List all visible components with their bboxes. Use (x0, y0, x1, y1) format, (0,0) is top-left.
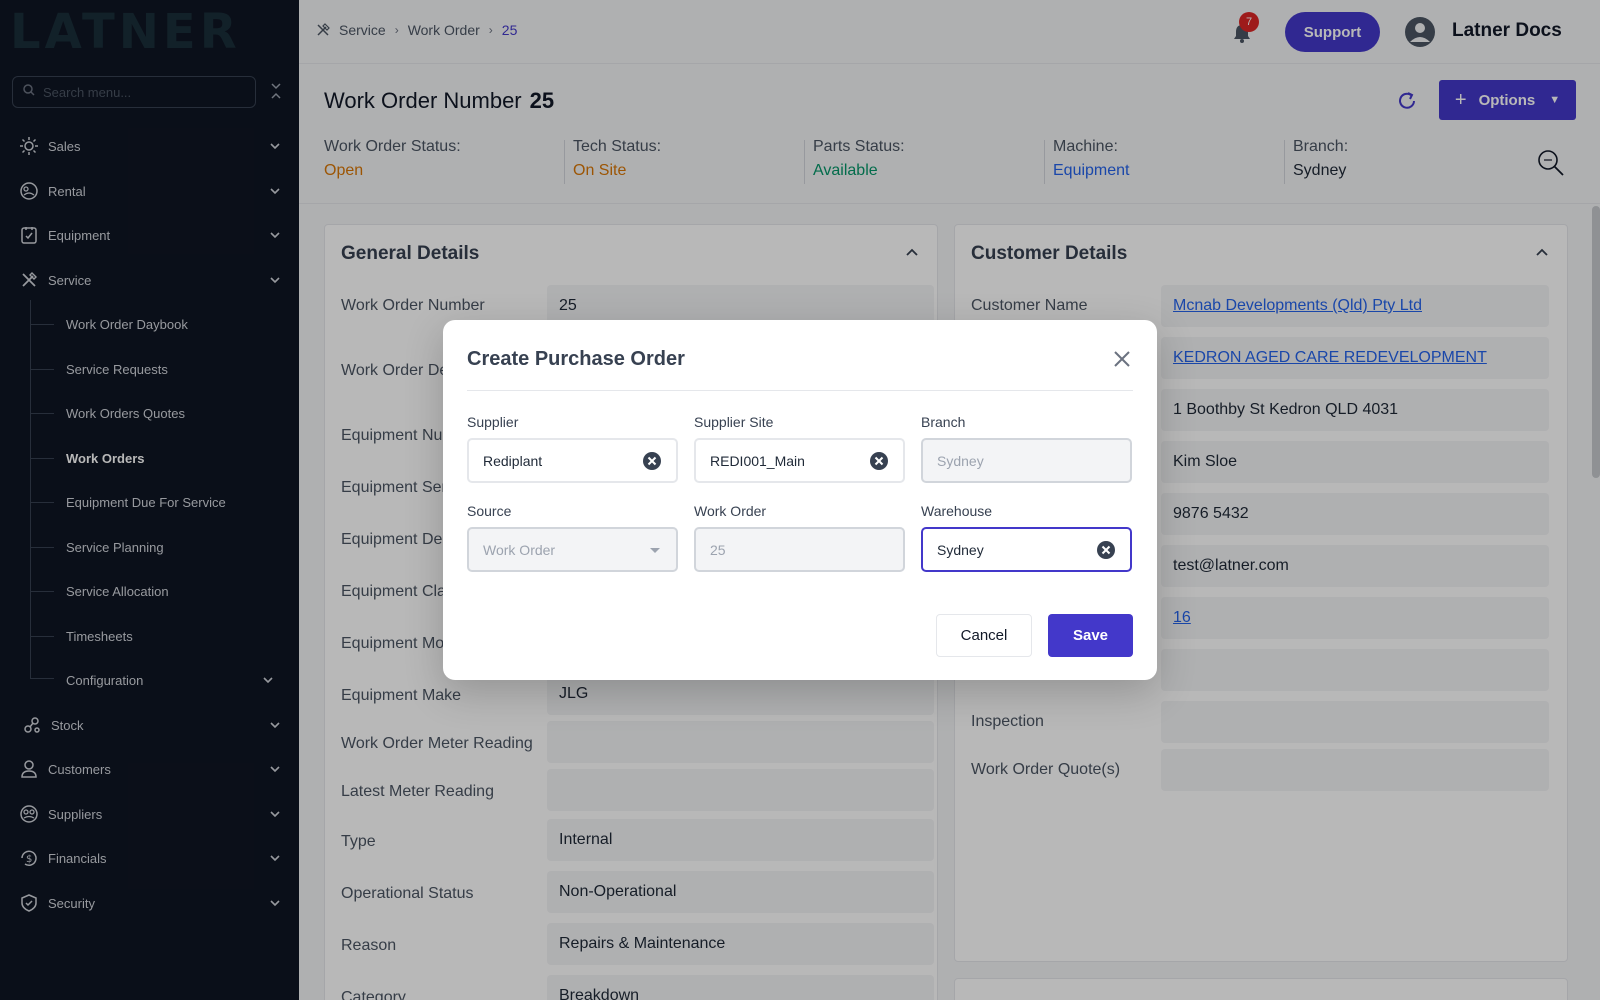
modal-divider (467, 390, 1133, 391)
cancel-button[interactable]: Cancel (936, 614, 1032, 657)
source-select: Work Order (467, 527, 678, 572)
clear-icon[interactable] (642, 451, 662, 471)
modal-title: Create Purchase Order (467, 348, 685, 370)
input-value: Sydney (937, 452, 984, 469)
input-value: Work Order (483, 541, 556, 558)
input-value: Rediplant (483, 452, 543, 469)
input-value: Sydney (937, 541, 984, 558)
field-label: Source (467, 503, 512, 519)
branch-field: Branch Sydney (921, 414, 1132, 483)
field-label: Supplier (467, 414, 519, 430)
save-button[interactable]: Save (1048, 614, 1133, 657)
caret-down-icon (650, 548, 660, 553)
warehouse-field: Warehouse Sydney (921, 503, 1132, 572)
create-purchase-order-modal: Create Purchase Order Supplier Rediplant… (443, 320, 1157, 680)
branch-input: Sydney (921, 438, 1132, 483)
field-label: Work Order (694, 503, 767, 519)
work-order-field: Work Order 25 (694, 503, 905, 572)
supplier-input[interactable]: Rediplant (467, 438, 678, 483)
field-label: Branch (921, 414, 966, 430)
input-value: REDI001_Main (710, 452, 805, 469)
supplier-site-input[interactable]: REDI001_Main (694, 438, 905, 483)
clear-icon[interactable] (1096, 540, 1116, 560)
input-value: 25 (710, 541, 726, 558)
clear-icon[interactable] (869, 451, 889, 471)
work-order-input: 25 (694, 527, 905, 572)
close-icon[interactable] (1111, 348, 1133, 370)
supplier-field: Supplier Rediplant (467, 414, 678, 483)
field-label: Warehouse (921, 503, 993, 519)
warehouse-input[interactable]: Sydney (921, 527, 1132, 572)
supplier-site-field: Supplier Site REDI001_Main (694, 414, 905, 483)
source-field: Source Work Order (467, 503, 678, 572)
field-label: Supplier Site (694, 414, 774, 430)
